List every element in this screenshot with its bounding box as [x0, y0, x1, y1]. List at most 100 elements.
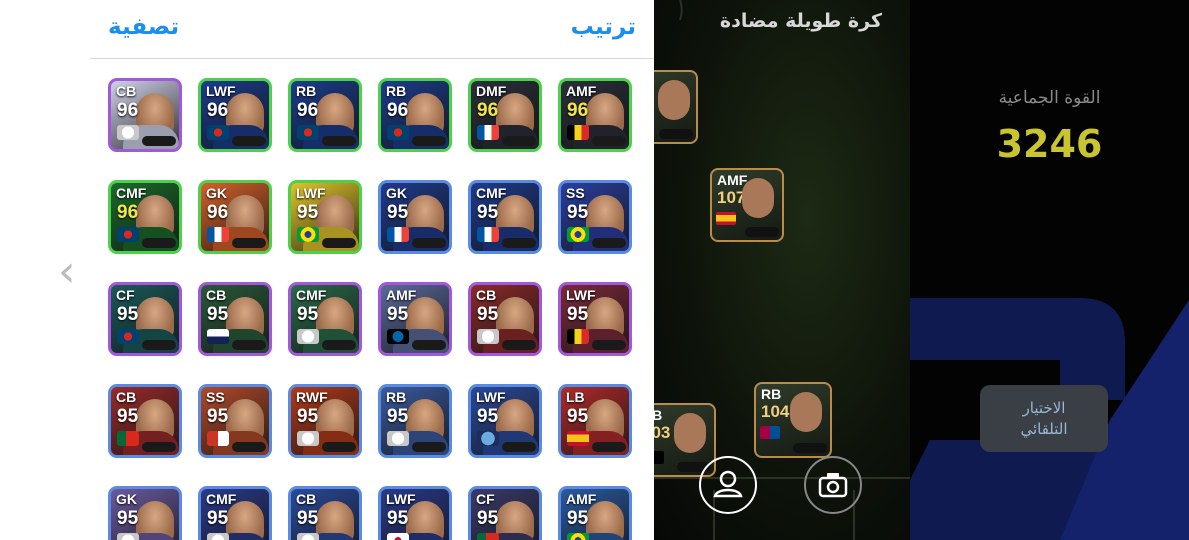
pitch-player-rating: 104	[761, 402, 790, 421]
player-card[interactable]: RWF 95	[288, 384, 362, 458]
player-card[interactable]: CB 95	[108, 384, 182, 458]
card-position: RB	[386, 83, 407, 99]
skill-indicator-icon	[592, 136, 626, 146]
brazil-flag-icon	[567, 227, 589, 242]
skill-indicator-icon	[412, 136, 446, 146]
player-card[interactable]: GK 95	[378, 180, 452, 254]
portugal-flag-icon	[117, 431, 139, 446]
player-card[interactable]: RB 96	[288, 78, 362, 152]
psg-crest-icon	[387, 125, 409, 140]
team-strength-value: 3246	[996, 122, 1103, 166]
skill-indicator-icon	[142, 136, 176, 146]
france-flag-icon	[477, 125, 499, 140]
formation-style-label: كرة طويلة مضادة	[719, 10, 882, 32]
player-card[interactable]: GK 95	[108, 486, 182, 540]
player-card[interactable]: CB 95	[198, 282, 272, 356]
france-flag-icon	[387, 227, 409, 242]
player-card[interactable]: CB 95	[288, 486, 362, 540]
card-rating: 95	[387, 406, 409, 427]
chevron-left-icon[interactable]: ‹	[58, 250, 76, 294]
card-position: CB	[116, 389, 137, 405]
belgium-flag-icon	[567, 125, 589, 140]
player-card[interactable]: LWF 95	[468, 384, 542, 458]
card-position: LWF	[296, 185, 326, 201]
player-card[interactable]: LWF 95	[378, 486, 452, 540]
filter-button[interactable]: تصفية	[108, 14, 179, 40]
club-emblem-icon	[297, 533, 319, 540]
card-position: LWF	[566, 287, 596, 303]
player-card[interactable]: RB 95	[378, 384, 452, 458]
player-card[interactable]: LWF 95	[288, 180, 362, 254]
player-card[interactable]: LWF 95	[558, 282, 632, 356]
portugal-flag-icon	[477, 533, 499, 540]
card-position: CB	[116, 83, 137, 99]
pitch-player-card[interactable]: RB 104	[754, 382, 832, 458]
inter-crest-icon	[387, 329, 409, 344]
player-card[interactable]: AMF 95	[558, 486, 632, 540]
player-card[interactable]: AMF 95	[378, 282, 452, 356]
sort-button[interactable]: ترتيب	[571, 14, 636, 40]
skill-indicator-icon	[502, 136, 536, 146]
player-card[interactable]: LB 95	[558, 384, 632, 458]
pitch-player-card[interactable]	[654, 70, 698, 144]
skill-indicator-icon	[142, 238, 176, 248]
card-rating: 95	[297, 508, 319, 529]
player-card[interactable]: CMF 95	[288, 282, 362, 356]
player-card[interactable]: CF 95	[468, 486, 542, 540]
player-card[interactable]: CB 95	[468, 282, 542, 356]
card-rating: 96	[477, 100, 499, 121]
card-position: AMF	[566, 491, 597, 507]
card-rating: 95	[567, 406, 589, 427]
card-rating: 95	[207, 304, 229, 325]
player-card[interactable]: CMF 96	[108, 180, 182, 254]
card-position: RB	[296, 83, 317, 99]
card-position: CB	[476, 287, 497, 303]
psg-crest-icon	[117, 329, 139, 344]
club-emblem-icon	[477, 329, 499, 344]
card-rating: 95	[387, 202, 409, 223]
card-position: AMF	[566, 83, 597, 99]
card-rating: 96	[207, 202, 229, 223]
club-emblem-icon	[297, 431, 319, 446]
skill-indicator-icon	[232, 136, 266, 146]
player-card[interactable]: RB 96	[378, 78, 452, 152]
card-position: LB	[566, 389, 585, 405]
card-rating: 96	[207, 100, 229, 121]
card-rating: 95	[297, 304, 319, 325]
spain-flag-icon	[567, 431, 589, 446]
pitch-player-card[interactable]: AMF 107	[710, 168, 784, 242]
left-margin: ‹	[0, 0, 90, 540]
player-card[interactable]: SS 95	[198, 384, 272, 458]
card-rating: 95	[117, 508, 139, 529]
skill-indicator-icon	[592, 442, 626, 452]
club-emblem-icon	[117, 533, 139, 540]
skill-indicator-icon	[592, 238, 626, 248]
card-position: GK	[206, 185, 227, 201]
card-position: AMF	[386, 287, 417, 303]
player-card[interactable]: AMF 96	[558, 78, 632, 152]
player-card[interactable]: CMF 95	[198, 486, 272, 540]
screenshot-button[interactable]	[804, 456, 862, 514]
player-card[interactable]: DMF 96	[468, 78, 542, 152]
player-card[interactable]: CF 95	[108, 282, 182, 356]
pitch-player-position: CB	[654, 407, 662, 423]
card-rating: 96	[567, 100, 589, 121]
player-card[interactable]: SS 95	[558, 180, 632, 254]
player-card[interactable]: CMF 95	[468, 180, 542, 254]
player-card[interactable]: CB 96	[108, 78, 182, 152]
profile-button[interactable]	[699, 456, 757, 514]
psg-crest-icon	[297, 125, 319, 140]
player-card[interactable]: LWF 96	[198, 78, 272, 152]
skill-indicator-icon	[659, 129, 693, 139]
skill-indicator-icon	[322, 442, 356, 452]
card-position: CF	[476, 491, 495, 507]
spurs-crest-icon	[207, 329, 229, 344]
card-rating: 95	[117, 304, 139, 325]
milan-crest-icon	[654, 451, 664, 464]
skill-indicator-icon	[502, 238, 536, 248]
card-rating: 96	[117, 202, 139, 223]
auto-select-button[interactable]: الاختيار التلقائي	[980, 385, 1108, 452]
player-card[interactable]: GK 96	[198, 180, 272, 254]
user-icon	[713, 470, 743, 498]
card-position: CF	[116, 287, 135, 303]
